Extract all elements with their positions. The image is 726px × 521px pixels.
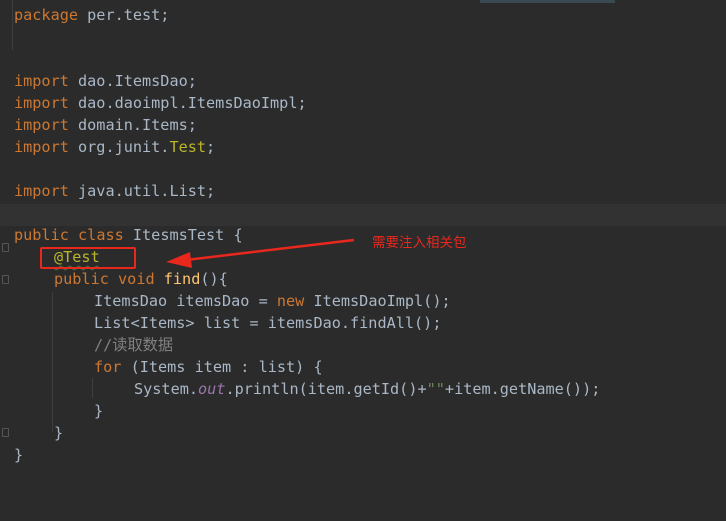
red-arrow-icon: [166, 238, 355, 268]
arrow-shaft: [185, 238, 355, 262]
code-editor[interactable]: package per.test; import dao.ItemsDao; i…: [0, 0, 726, 521]
arrow-head: [166, 252, 192, 268]
annotation-note: 需要注入相关包: [372, 235, 467, 251]
